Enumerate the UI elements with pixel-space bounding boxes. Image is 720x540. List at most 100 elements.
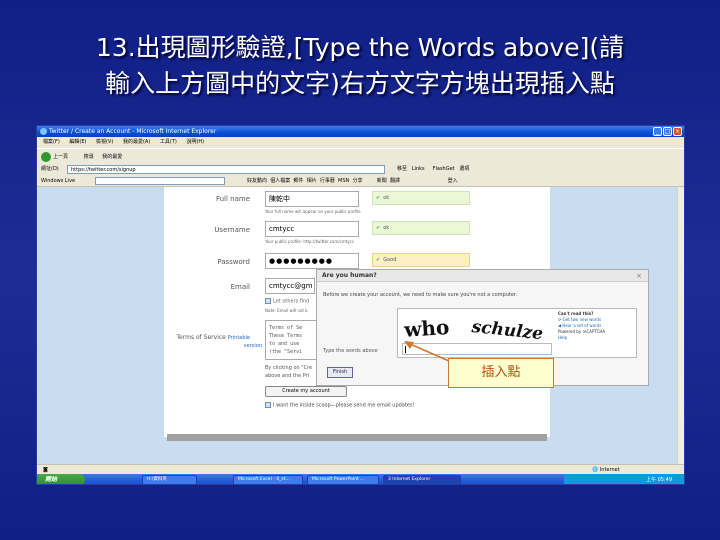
dialog-title: Are you human? bbox=[317, 270, 648, 282]
finish-button[interactable]: Finish bbox=[327, 367, 353, 378]
address-label: 網址(D) bbox=[41, 166, 59, 172]
login-link[interactable]: 登入 bbox=[448, 178, 458, 184]
page-icon: ◙ bbox=[43, 467, 48, 473]
window-controls: _ □ × bbox=[653, 127, 682, 136]
task-powerpoint[interactable]: Microsoft PowerPoint ... bbox=[307, 475, 379, 484]
system-tray: 上午 05:49 bbox=[564, 474, 684, 484]
captcha-image: who schulze bbox=[402, 315, 544, 341]
live-link-news[interactable]: 新聞 bbox=[377, 178, 387, 184]
maximize-icon[interactable]: □ bbox=[663, 127, 672, 136]
captcha-input-label: Type the words above bbox=[323, 348, 378, 354]
captcha-word-2: schulze bbox=[470, 317, 544, 341]
horizontal-scrollbar[interactable] bbox=[167, 434, 547, 441]
links-button[interactable]: Links bbox=[412, 166, 425, 172]
full-name-hint: Your full name will appear on your publi… bbox=[265, 209, 361, 214]
captcha-word-1: who bbox=[402, 315, 450, 341]
back-arrow-icon bbox=[41, 151, 51, 162]
live-link-calendar[interactable]: 行事曆 bbox=[320, 178, 335, 184]
menu-favorites[interactable]: 我的最愛(A) bbox=[123, 139, 150, 145]
let-others-find[interactable]: Let others find bbox=[265, 298, 309, 305]
windows-live-bar: Windows Live 好友動向 個人檔案 郵件 相片 行事曆 MSN 分享 … bbox=[37, 175, 684, 187]
close-icon[interactable]: × bbox=[673, 127, 682, 136]
menu-help[interactable]: 說明(H) bbox=[186, 139, 204, 145]
task-folder[interactable]: H:\資料夾 bbox=[142, 475, 197, 484]
slide-title-line-2: 輸入上方圖中的文字)右方文字方塊出現插入點 bbox=[105, 69, 615, 98]
checkbox-icon bbox=[265, 298, 271, 304]
window-titlebar: Twitter / Create an Account - Microsoft … bbox=[37, 126, 684, 137]
printable-link[interactable]: Printable bbox=[228, 335, 250, 341]
menu-view[interactable]: 檢視(V) bbox=[96, 139, 113, 145]
task-excel[interactable]: Microsoft Excel - 0_st... bbox=[233, 475, 303, 484]
favorites-button[interactable]: 我的最愛 bbox=[102, 154, 122, 160]
help-link[interactable]: Help bbox=[558, 335, 605, 341]
insertion-point-callout: 插入點 bbox=[448, 358, 554, 388]
full-name-input[interactable]: 陳乾中 bbox=[265, 191, 359, 207]
live-link-msn[interactable]: MSN bbox=[338, 178, 349, 184]
slide-title-line-1: 13.出現圖形驗證,[Type the Words above](請 bbox=[95, 33, 625, 62]
captcha-input[interactable] bbox=[402, 343, 552, 355]
live-link-share[interactable]: 分享 bbox=[352, 178, 362, 184]
search-button[interactable]: 搜尋 bbox=[84, 154, 94, 160]
menu-bar: 檔案(F) 編輯(E) 檢視(V) 我的最愛(A) 工具(T) 說明(H) bbox=[37, 137, 684, 148]
email-input[interactable]: cmtycc@gm bbox=[265, 278, 315, 294]
page-content: Full name 陳乾中 ✔ ok Your full name will ap… bbox=[37, 187, 677, 464]
address-bar: 網址(D) https://twitter.com/signup 移至 Link… bbox=[37, 164, 684, 175]
version-link[interactable]: version bbox=[152, 343, 262, 349]
password-status: ✔ Good bbox=[372, 253, 470, 267]
live-link-profile[interactable]: 個人檔案 bbox=[270, 178, 290, 184]
address-right: 移至 Links FlashGet 選項 bbox=[397, 164, 469, 175]
check-icon: ✔ bbox=[376, 257, 381, 263]
menu-edit[interactable]: 編輯(E) bbox=[69, 139, 86, 145]
live-search-input[interactable] bbox=[95, 177, 225, 185]
recaptcha-widget: who schulze Can't read this? ⟳ Get two n… bbox=[397, 308, 637, 358]
live-links: 好友動向 個人檔案 郵件 相片 行事曆 MSN 分享 新聞 翻譯 登入 bbox=[247, 175, 458, 187]
check-icon: ✔ bbox=[376, 225, 381, 231]
live-link-mail[interactable]: 郵件 bbox=[293, 178, 303, 184]
username-input[interactable]: cmtycc bbox=[265, 221, 359, 237]
clock: 上午 05:49 bbox=[646, 477, 672, 483]
username-status: ✔ ok bbox=[372, 221, 470, 235]
window-title: Twitter / Create an Account - Microsoft … bbox=[49, 128, 217, 135]
create-account-button[interactable]: Create my account bbox=[265, 386, 347, 397]
tos-textarea[interactable]: Terms of Se These Terms to and use (the … bbox=[265, 320, 323, 360]
options-button[interactable]: 選項 bbox=[459, 166, 469, 172]
browser-toolbar: 上一頁 搜尋 我的最愛 bbox=[37, 148, 684, 164]
password-input[interactable]: ●●●●●●●●● bbox=[265, 253, 359, 269]
slide-title: 13.出現圖形驗證,[Type the Words above](請 輸入上方圖… bbox=[0, 30, 720, 102]
taskbar: 開始 H:\資料夾 Microsoft Excel - 0_st... Micr… bbox=[37, 474, 684, 484]
start-button[interactable]: 開始 bbox=[37, 474, 85, 484]
inside-scoop-checkbox[interactable]: I want the inside scoop—please send me e… bbox=[265, 402, 415, 409]
browser-screenshot: Twitter / Create an Account - Microsoft … bbox=[36, 125, 685, 485]
full-name-status: ✔ ok bbox=[372, 191, 470, 205]
vertical-scrollbar[interactable] bbox=[677, 187, 684, 464]
email-note: Note: Email will not b bbox=[265, 308, 308, 313]
menu-tools[interactable]: 工具(T) bbox=[160, 139, 177, 145]
status-bar: ◙ 🌐 Internet bbox=[37, 464, 684, 474]
checkbox-icon bbox=[265, 402, 271, 408]
dialog-close-icon[interactable]: × bbox=[636, 270, 642, 282]
address-input[interactable]: https://twitter.com/signup bbox=[67, 165, 385, 174]
username-hint: Your public profile: http://twitter.com/… bbox=[265, 239, 355, 244]
password-label: Password bbox=[217, 258, 250, 266]
live-link-friends[interactable]: 好友動向 bbox=[247, 178, 267, 184]
insertion-point bbox=[405, 346, 406, 353]
flashget-button[interactable]: FlashGet bbox=[433, 166, 455, 172]
minimize-icon[interactable]: _ bbox=[653, 127, 662, 136]
live-link-photos[interactable]: 相片 bbox=[307, 178, 317, 184]
recaptcha-options: Can't read this? ⟳ Get two new words ◀ H… bbox=[558, 311, 605, 341]
menu-file[interactable]: 檔案(F) bbox=[43, 139, 60, 145]
live-link-translate[interactable]: 翻譯 bbox=[390, 178, 400, 184]
full-name-label: Full name bbox=[215, 195, 250, 203]
ie-icon bbox=[40, 128, 47, 135]
username-label: Username bbox=[214, 226, 250, 234]
dialog-message: Before we create your account, we need t… bbox=[323, 292, 518, 298]
task-ie[interactable]: 3 Internet Explorer bbox=[383, 475, 461, 484]
agree-text-2: above and the Pri bbox=[265, 373, 310, 379]
back-button[interactable]: 上一頁 bbox=[41, 151, 75, 162]
check-icon: ✔ bbox=[376, 195, 381, 201]
tos-label: Terms of Service Printable bbox=[176, 334, 250, 341]
windows-live-label: Windows Live bbox=[41, 178, 76, 184]
agree-text-1: By clicking on "Cre bbox=[265, 365, 313, 371]
go-button[interactable]: 移至 bbox=[397, 166, 407, 172]
email-label: Email bbox=[230, 283, 250, 291]
